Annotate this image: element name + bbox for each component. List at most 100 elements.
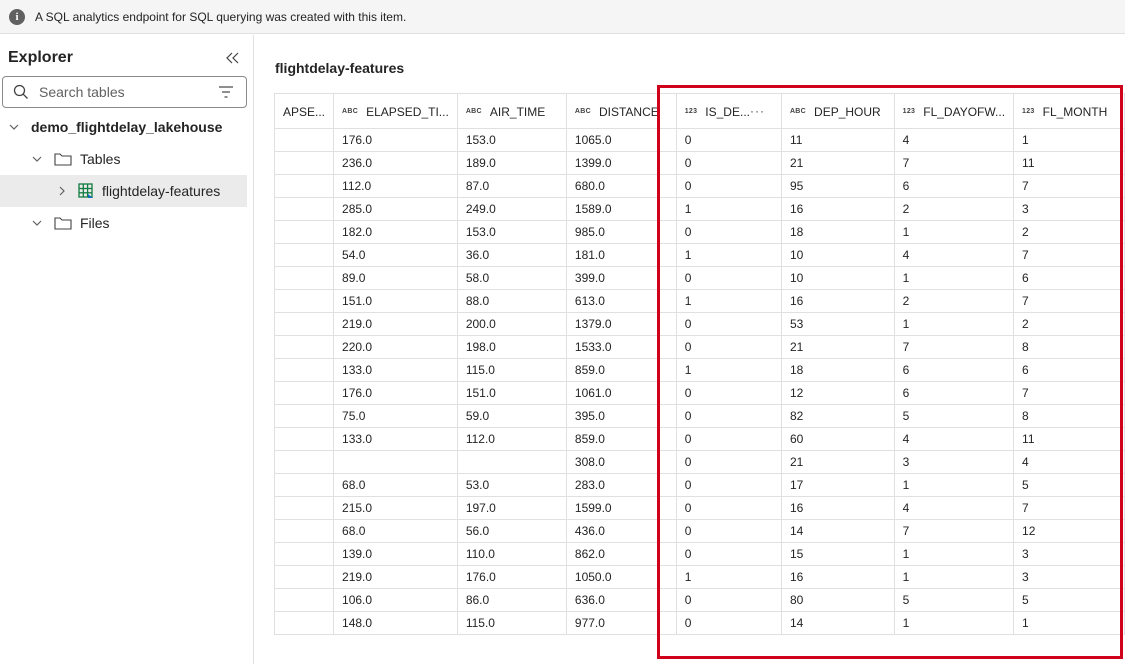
table-cell[interactable]: 1 <box>893 266 1015 290</box>
table-cell[interactable]: 0 <box>675 312 782 336</box>
tree-item-files[interactable]: Files <box>0 207 247 239</box>
table-cell[interactable]: 16 <box>780 496 895 520</box>
table-cell[interactable]: 1050.0 <box>565 565 677 589</box>
table-cell[interactable]: 0 <box>675 335 782 359</box>
table-cell[interactable]: 1533.0 <box>565 335 677 359</box>
table-cell[interactable]: 1061.0 <box>565 381 677 405</box>
table-cell[interactable]: 283.0 <box>565 473 677 497</box>
table-cell[interactable]: 4 <box>1013 450 1125 474</box>
table-cell[interactable]: 112.0 <box>333 174 458 198</box>
table-cell[interactable]: 399.0 <box>565 266 677 290</box>
table-cell[interactable]: 1 <box>675 358 782 382</box>
table-cell[interactable]: 8 <box>1013 335 1125 359</box>
table-cell[interactable]: 220.0 <box>333 335 458 359</box>
table-cell[interactable]: 1599.0 <box>565 496 677 520</box>
table-cell[interactable]: 636.0 <box>565 588 677 612</box>
table-cell[interactable]: 3 <box>1013 542 1125 566</box>
table-cell[interactable]: 21 <box>780 335 895 359</box>
table-cell[interactable] <box>273 473 335 497</box>
table-cell[interactable]: 236.0 <box>333 151 458 175</box>
table-cell[interactable] <box>273 197 335 221</box>
table-cell[interactable]: 7 <box>893 151 1015 175</box>
table-cell[interactable]: 1399.0 <box>565 151 677 175</box>
table-cell[interactable]: 0 <box>675 542 782 566</box>
table-cell[interactable]: 1 <box>1013 611 1125 635</box>
table-cell[interactable] <box>456 450 567 474</box>
table-cell[interactable]: 12 <box>780 381 895 405</box>
table-cell[interactable]: 0 <box>675 266 782 290</box>
table-cell[interactable]: 4 <box>893 496 1015 520</box>
table-cell[interactable]: 0 <box>675 588 782 612</box>
table-cell[interactable]: 1 <box>893 473 1015 497</box>
table-cell[interactable]: 3 <box>1013 197 1125 221</box>
table-cell[interactable]: 16 <box>780 289 895 313</box>
table-cell[interactable]: 6 <box>1013 266 1125 290</box>
table-cell[interactable]: 436.0 <box>565 519 677 543</box>
table-cell[interactable]: 0 <box>675 519 782 543</box>
collapse-pane-button[interactable] <box>222 47 244 69</box>
table-cell[interactable]: 110.0 <box>456 542 567 566</box>
table-cell[interactable] <box>273 220 335 244</box>
table-cell[interactable] <box>273 381 335 405</box>
table-cell[interactable] <box>273 404 335 428</box>
table-cell[interactable] <box>273 565 335 589</box>
tree-item-tables[interactable]: Tables <box>0 143 247 175</box>
tree-item-lakehouse[interactable]: demo_flightdelay_lakehouse <box>0 111 247 143</box>
table-cell[interactable]: 14 <box>780 519 895 543</box>
table-cell[interactable]: 985.0 <box>565 220 677 244</box>
table-cell[interactable]: 1 <box>893 220 1015 244</box>
table-cell[interactable]: 3 <box>1013 565 1125 589</box>
table-cell[interactable]: 153.0 <box>456 128 567 152</box>
table-cell[interactable] <box>273 128 335 152</box>
table-cell[interactable]: 5 <box>1013 588 1125 612</box>
table-cell[interactable] <box>273 427 335 451</box>
table-cell[interactable]: 60 <box>780 427 895 451</box>
table-cell[interactable]: 0 <box>675 496 782 520</box>
table-cell[interactable]: 151.0 <box>333 289 458 313</box>
table-cell[interactable]: 977.0 <box>565 611 677 635</box>
table-cell[interactable]: 182.0 <box>333 220 458 244</box>
table-cell[interactable] <box>333 450 458 474</box>
table-cell[interactable]: 3 <box>893 450 1015 474</box>
table-cell[interactable]: 215.0 <box>333 496 458 520</box>
table-cell[interactable]: 1 <box>1013 128 1125 152</box>
table-cell[interactable]: 2 <box>1013 312 1125 336</box>
column-header[interactable]: APSE... <box>273 93 335 129</box>
table-cell[interactable]: 0 <box>675 427 782 451</box>
table-cell[interactable]: 87.0 <box>456 174 567 198</box>
table-cell[interactable]: 11 <box>1013 427 1125 451</box>
filter-icon[interactable] <box>218 85 234 99</box>
table-cell[interactable]: 1065.0 <box>565 128 677 152</box>
table-cell[interactable]: 59.0 <box>456 404 567 428</box>
table-cell[interactable]: 10 <box>780 266 895 290</box>
table-cell[interactable]: 6 <box>1013 358 1125 382</box>
table-cell[interactable]: 0 <box>675 151 782 175</box>
table-cell[interactable]: 1589.0 <box>565 197 677 221</box>
table-cell[interactable]: 7 <box>1013 289 1125 313</box>
table-cell[interactable] <box>273 588 335 612</box>
table-cell[interactable]: 6 <box>893 358 1015 382</box>
table-cell[interactable]: 106.0 <box>333 588 458 612</box>
column-header[interactable]: 123 IS_DE... ··· <box>675 93 782 129</box>
table-cell[interactable]: 308.0 <box>565 450 677 474</box>
table-cell[interactable]: 219.0 <box>333 565 458 589</box>
table-cell[interactable]: 2 <box>893 197 1015 221</box>
table-cell[interactable]: 58.0 <box>456 266 567 290</box>
table-cell[interactable]: 198.0 <box>456 335 567 359</box>
table-cell[interactable]: 5 <box>893 404 1015 428</box>
column-header[interactable]: ABC AIR_TIME <box>456 93 567 129</box>
table-cell[interactable] <box>273 151 335 175</box>
table-cell[interactable]: 82 <box>780 404 895 428</box>
table-cell[interactable]: 10 <box>780 243 895 267</box>
table-cell[interactable]: 2 <box>893 289 1015 313</box>
table-cell[interactable]: 153.0 <box>456 220 567 244</box>
table-cell[interactable]: 197.0 <box>456 496 567 520</box>
table-cell[interactable]: 54.0 <box>333 243 458 267</box>
table-cell[interactable] <box>273 496 335 520</box>
table-cell[interactable]: 56.0 <box>456 519 567 543</box>
table-cell[interactable]: 7 <box>893 335 1015 359</box>
column-more-options-button[interactable]: ··· <box>750 104 765 118</box>
table-cell[interactable]: 176.0 <box>333 381 458 405</box>
table-cell[interactable]: 133.0 <box>333 358 458 382</box>
table-cell[interactable]: 249.0 <box>456 197 567 221</box>
